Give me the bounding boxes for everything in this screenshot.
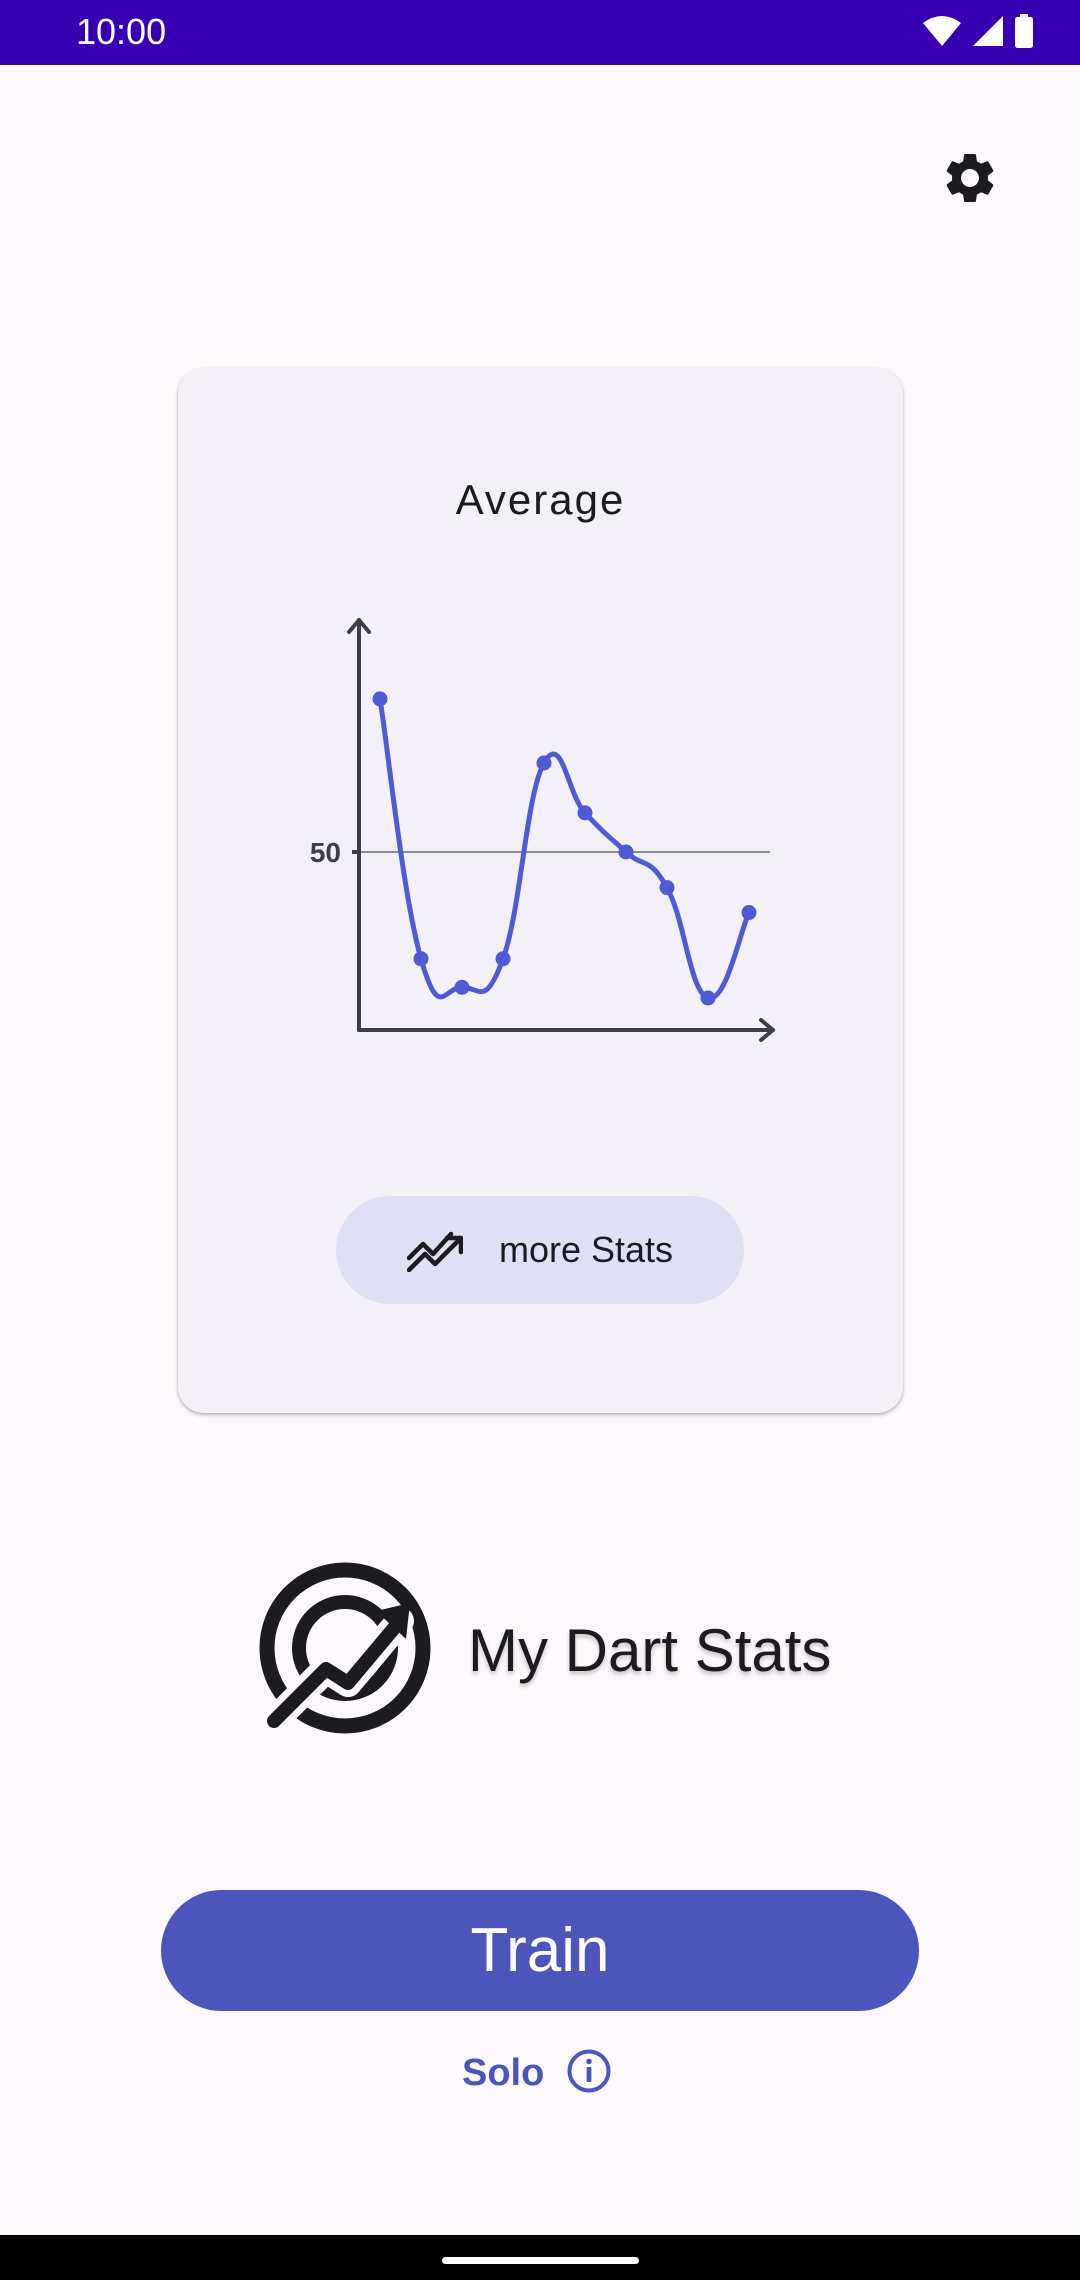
stats-card: Average 50 more Stats [178, 368, 903, 1413]
y-tick-label: 50 [310, 837, 341, 868]
signal-icon [972, 15, 1004, 52]
data-point-10 [741, 905, 757, 921]
solo-label: Solo [462, 2051, 545, 2094]
solo-mode-selector[interactable]: Solo [462, 2047, 612, 2099]
data-point-6 [577, 805, 593, 821]
train-button[interactable]: Train [161, 1890, 919, 2011]
more-stats-label: more Stats [498, 1229, 674, 1270]
dart-target-trending-icon [256, 1559, 434, 1742]
info-icon[interactable] [566, 2048, 612, 2099]
chart-points [372, 691, 757, 1006]
wifi-icon [922, 15, 962, 52]
settings-button[interactable] [930, 140, 1010, 220]
data-point-7 [618, 844, 634, 860]
more-stats-button[interactable]: more Stats [336, 1196, 744, 1304]
app-name: My Dart Stats [468, 1616, 832, 1684]
data-point-9 [700, 990, 716, 1006]
status-icons [922, 13, 1034, 53]
data-point-2 [413, 951, 429, 967]
series-line [377, 696, 752, 1001]
average-chart: 50 [310, 618, 775, 1042]
home-gesture-handle[interactable] [442, 2257, 639, 2264]
data-point-4 [495, 951, 511, 967]
chart-series [377, 696, 752, 1001]
navigation-bar [0, 2235, 1080, 2280]
app-brand: My Dart Stats [256, 1560, 831, 1740]
data-point-1 [372, 691, 388, 707]
trending-up-icon [406, 1224, 464, 1277]
status-time: 10:00 [76, 11, 167, 52]
data-point-5 [536, 755, 552, 771]
data-point-8 [659, 880, 675, 896]
data-point-3 [454, 979, 470, 995]
battery-icon [1014, 13, 1034, 53]
status-bar: 10:00 [0, 0, 1080, 65]
chart-axes: 50 [310, 618, 775, 1042]
gear-icon [940, 148, 1000, 213]
